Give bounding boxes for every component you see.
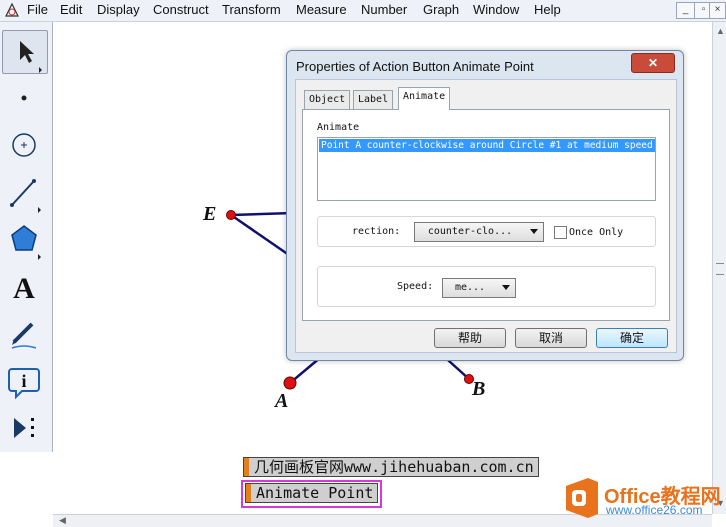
menu-graph[interactable]: Graph bbox=[423, 2, 459, 17]
once-only-checkbox[interactable] bbox=[554, 226, 567, 239]
info-icon: i bbox=[8, 368, 40, 400]
animate-point-button[interactable]: Animate Point bbox=[241, 480, 383, 508]
dialog-close-button[interactable]: ✕ bbox=[631, 53, 675, 73]
arrow-select-tool[interactable] bbox=[2, 30, 48, 74]
animate-list-label: Animate bbox=[317, 122, 360, 133]
watermark-url: www.office26.com bbox=[606, 503, 703, 517]
menu-file[interactable]: File bbox=[27, 2, 48, 17]
text-tool[interactable]: A bbox=[2, 265, 46, 307]
animate-list-item-selected[interactable]: Point A counter-clockwise around Circle … bbox=[319, 139, 655, 152]
marker-tool[interactable] bbox=[2, 312, 46, 354]
point-label-e[interactable]: E bbox=[203, 203, 216, 226]
point-e bbox=[226, 210, 236, 220]
once-only-label[interactable]: Once Only bbox=[569, 227, 623, 238]
point-label-a[interactable]: A bbox=[275, 390, 288, 413]
close-window-button[interactable]: × bbox=[709, 2, 726, 19]
office-logo-icon bbox=[566, 478, 598, 518]
menu-edit[interactable]: Edit bbox=[60, 2, 82, 17]
tab-label[interactable]: Label bbox=[353, 90, 394, 109]
scroll-thumb-grip[interactable] bbox=[716, 263, 724, 275]
sketchpad-app-icon bbox=[5, 2, 19, 17]
point-icon bbox=[21, 95, 27, 101]
info-tool-glyph: i bbox=[21, 371, 26, 391]
chevron-down-icon bbox=[502, 285, 510, 290]
scroll-left-arrow-icon[interactable]: ◀ bbox=[59, 515, 66, 526]
line-icon bbox=[10, 179, 41, 213]
button-handle bbox=[244, 458, 249, 476]
direction-value: counter-clo... bbox=[427, 226, 513, 237]
vertical-scrollbar[interactable]: ▲ ▼ bbox=[712, 22, 726, 514]
point-label-b[interactable]: B bbox=[472, 378, 485, 401]
minimize-button[interactable]: _ bbox=[676, 2, 695, 19]
segment-e-lower bbox=[230, 213, 290, 257]
animate-tab-panel: Animate Point A counter-clockwise around… bbox=[302, 109, 670, 321]
tab-object[interactable]: Object bbox=[304, 90, 351, 109]
speed-group: Speed: me... bbox=[317, 266, 656, 307]
arrow-icon bbox=[20, 41, 42, 73]
dialog-title: Properties of Action Button Animate Poin… bbox=[296, 59, 534, 74]
point-a bbox=[283, 376, 297, 390]
button-handle bbox=[246, 484, 251, 502]
segment-e bbox=[230, 211, 294, 217]
text-A-icon: A bbox=[13, 272, 35, 305]
toolbox: A i bbox=[0, 22, 53, 452]
direction-group: rection: counter-clo... Once Only bbox=[317, 216, 656, 247]
direction-label: rection: bbox=[352, 226, 401, 237]
help-button[interactable]: 帮助 bbox=[434, 328, 506, 348]
animate-button-label: Animate Point bbox=[256, 484, 374, 502]
menu-bar: File Edit Display Construct Transform Me… bbox=[0, 0, 726, 22]
chevron-down-icon bbox=[530, 229, 538, 234]
play-dots-icon bbox=[14, 418, 34, 438]
pen-icon bbox=[11, 322, 37, 349]
direction-dropdown[interactable]: counter-clo... bbox=[414, 222, 544, 242]
website-button-label: 几何画板官网www.jihehuaban.com.cn bbox=[254, 458, 534, 476]
compass-tool[interactable] bbox=[2, 124, 46, 166]
tab-animate[interactable]: Animate bbox=[398, 87, 451, 110]
menu-construct[interactable]: Construct bbox=[153, 2, 209, 17]
menu-transform[interactable]: Transform bbox=[222, 2, 281, 17]
custom-tool[interactable] bbox=[2, 406, 46, 448]
watermark: Office教程网 www.office26.com bbox=[560, 474, 726, 522]
information-tool[interactable]: i bbox=[2, 359, 46, 401]
menu-measure[interactable]: Measure bbox=[296, 2, 347, 17]
website-action-button[interactable]: 几何画板官网www.jihehuaban.com.cn bbox=[243, 457, 539, 477]
menu-window[interactable]: Window bbox=[473, 2, 519, 17]
pentagon-icon bbox=[11, 225, 41, 260]
speed-value: me... bbox=[454, 282, 486, 293]
scroll-up-arrow-icon[interactable]: ▲ bbox=[716, 26, 725, 36]
menu-display[interactable]: Display bbox=[97, 2, 140, 17]
speed-dropdown[interactable]: me... bbox=[442, 278, 516, 298]
point-tool[interactable] bbox=[2, 77, 46, 119]
properties-dialog: Properties of Action Button Animate Poin… bbox=[286, 50, 684, 361]
cancel-button[interactable]: 取消 bbox=[515, 328, 587, 348]
text-tool-glyph: A bbox=[13, 272, 35, 305]
menu-help[interactable]: Help bbox=[534, 2, 561, 17]
menu-number[interactable]: Number bbox=[361, 2, 407, 17]
circle-icon bbox=[12, 133, 36, 157]
animate-list[interactable]: Point A counter-clockwise around Circle … bbox=[317, 137, 656, 201]
ok-button[interactable]: 确定 bbox=[596, 328, 668, 348]
speed-label: Speed: bbox=[397, 281, 434, 292]
straightedge-tool[interactable] bbox=[2, 171, 46, 213]
polygon-tool[interactable] bbox=[2, 218, 46, 260]
dialog-body: Object Label Animate Animate Point A cou… bbox=[295, 79, 677, 353]
